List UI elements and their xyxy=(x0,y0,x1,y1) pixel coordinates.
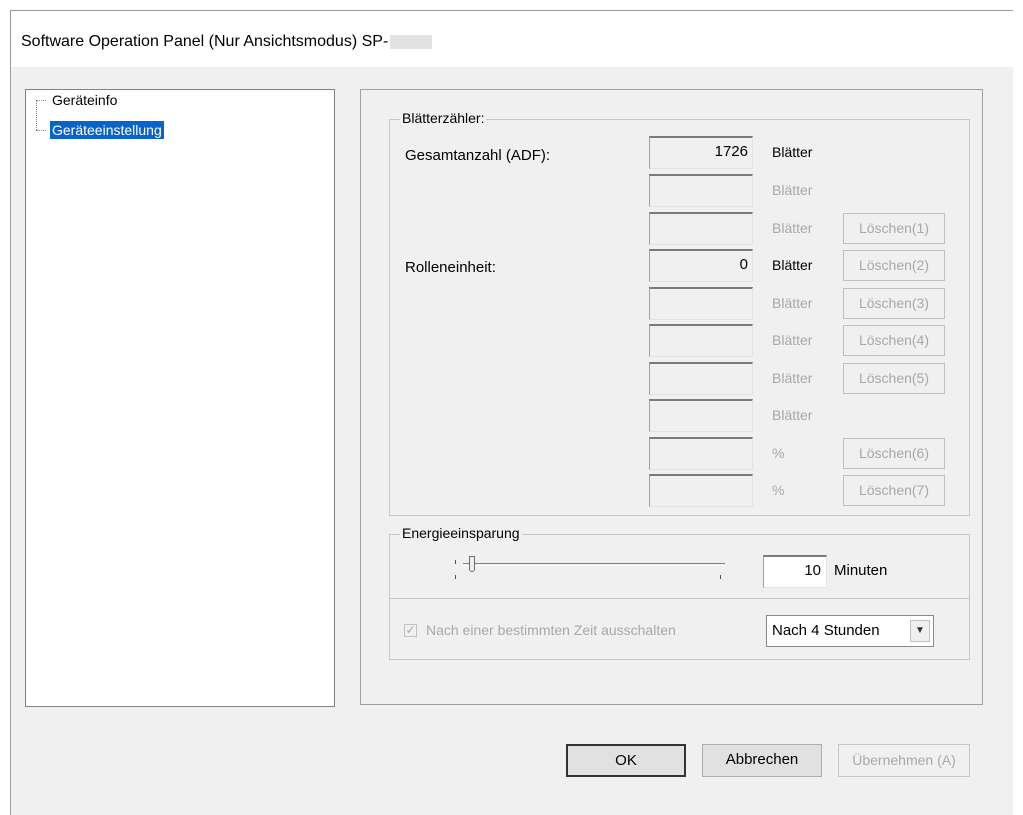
counter-unit: % xyxy=(772,482,785,498)
total-count-label: Gesamtanzahl (ADF): xyxy=(405,147,551,164)
counter-field xyxy=(649,174,753,207)
clear-counter-button[interactable]: Löschen(7) xyxy=(843,475,945,506)
counter-field: 0 xyxy=(649,249,753,282)
group-label: Energieeinsparung xyxy=(400,525,522,541)
ok-button[interactable]: OK xyxy=(566,744,686,777)
counter-field xyxy=(649,324,753,357)
tree-connector xyxy=(36,100,37,130)
counter-field xyxy=(649,399,753,432)
chevron-down-icon[interactable]: ▼ xyxy=(910,620,930,642)
roller-unit-label: Rolleneinheit: xyxy=(405,259,496,276)
cancel-button[interactable]: Abbrechen xyxy=(702,744,822,777)
select-value: Nach 4 Stunden xyxy=(772,622,880,639)
apply-button[interactable]: Übernehmen (A) xyxy=(838,744,970,777)
minutes-input[interactable]: 10 xyxy=(763,555,827,588)
clear-counter-button[interactable]: Löschen(6) xyxy=(843,438,945,469)
clear-counter-button[interactable]: Löschen(5) xyxy=(843,363,945,394)
clear-counter-button[interactable]: Löschen(1) xyxy=(843,213,945,244)
power-saving-slider-thumb[interactable] xyxy=(469,556,475,572)
tree-item-device-settings[interactable]: Geräteeinstellung xyxy=(50,121,164,139)
counter-unit: Blätter xyxy=(772,407,813,423)
power-saving-slider-track[interactable] xyxy=(463,563,725,566)
counter-unit: Blätter xyxy=(772,220,813,236)
counter-field: 1726 xyxy=(649,136,753,169)
clear-counter-button[interactable]: Löschen(4) xyxy=(843,325,945,356)
counter-field xyxy=(649,474,753,507)
counter-field xyxy=(649,362,753,395)
counter-unit: Blätter xyxy=(772,182,813,198)
clear-counter-button[interactable]: Löschen(3) xyxy=(843,288,945,319)
clear-counter-button[interactable]: Löschen(2) xyxy=(843,250,945,281)
counter-unit: Blätter xyxy=(772,144,813,160)
auto-off-time-select[interactable]: Nach 4 Stunden ▼ xyxy=(766,615,934,647)
slider-tick xyxy=(455,560,456,564)
navigation-tree[interactable]: Geräteinfo Geräteeinstellung xyxy=(25,89,335,707)
slider-tick xyxy=(720,575,721,579)
counter-unit: Blätter xyxy=(772,332,813,348)
counter-unit: % xyxy=(772,445,785,461)
tree-connector xyxy=(36,130,46,131)
model-number-redacted xyxy=(390,34,433,49)
counter-unit: Blätter xyxy=(772,370,813,386)
auto-off-label: Nach einer bestimmten Zeit ausschalten xyxy=(426,622,676,638)
title-bar: Software Operation Panel (Nur Ansichtsmo… xyxy=(11,11,1014,67)
window-title: Software Operation Panel (Nur Ansichtsmo… xyxy=(21,33,433,51)
group-label: Blätterzähler: xyxy=(400,110,487,126)
slider-tick xyxy=(455,575,456,579)
tree-connector xyxy=(36,100,46,101)
counter-field xyxy=(649,287,753,320)
counter-field xyxy=(649,212,753,245)
counter-unit: Blätter xyxy=(772,295,813,311)
counter-unit: Blätter xyxy=(772,257,813,273)
counter-field xyxy=(649,437,753,470)
auto-off-checkbox[interactable]: ✓ xyxy=(404,624,417,637)
divider xyxy=(389,598,970,599)
minutes-unit: Minuten xyxy=(834,562,888,579)
tree-item-device-info[interactable]: Geräteinfo xyxy=(50,91,119,109)
